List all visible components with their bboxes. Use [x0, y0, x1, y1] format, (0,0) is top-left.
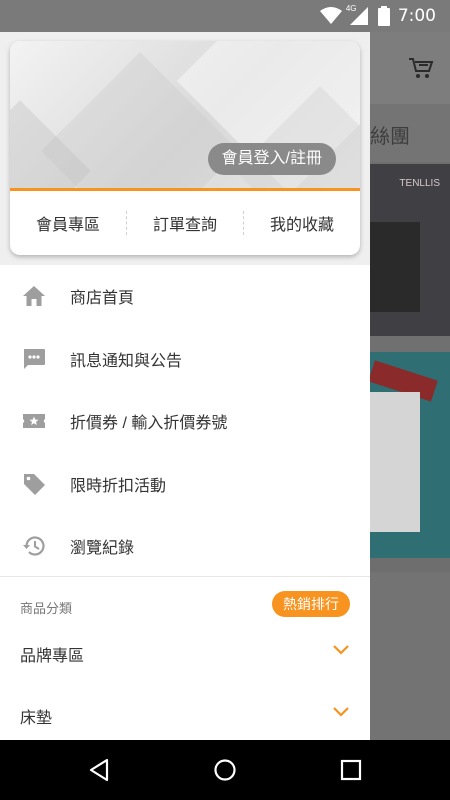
- menu-item-history[interactable]: 瀏覽紀錄: [0, 515, 370, 578]
- background-fan-strip: 絲團: [370, 104, 450, 162]
- tab-favorites[interactable]: 我的收藏: [244, 211, 360, 235]
- category-label: 品牌專區: [20, 648, 85, 665]
- category-item-brands[interactable]: 品牌專區: [0, 622, 370, 684]
- category-item-mattress[interactable]: 床墊: [0, 684, 370, 740]
- member-banner: 會員登入/註冊: [10, 41, 360, 188]
- section-divider: [0, 576, 370, 577]
- home-circle-icon[interactable]: [213, 758, 237, 782]
- coupon-icon: [20, 407, 48, 435]
- background-app[interactable]: 絲團 TENLLIS: [370, 32, 450, 740]
- background-strip-text: 絲團: [370, 126, 410, 148]
- category-title: 商品分類: [20, 601, 73, 616]
- message-icon: [20, 345, 48, 373]
- menu-item-label: 商店首頁: [70, 290, 135, 308]
- background-app-bar: [370, 32, 450, 104]
- system-nav-bar: [0, 740, 450, 800]
- background-gap: [370, 336, 450, 352]
- menu-item-label: 瀏覽紀錄: [70, 540, 135, 558]
- drawer-menu: 商店首頁 訊息通知與公告 折價券 / 輸入折價券號 限時折扣活動 瀏覽紀錄: [0, 265, 370, 578]
- background-banner-promo: [370, 352, 450, 558]
- menu-item-label: 訊息通知與公告: [70, 352, 183, 370]
- tab-member-area[interactable]: 會員專區: [10, 211, 126, 235]
- menu-item-coupons[interactable]: 折價券 / 輸入折價券號: [0, 390, 370, 453]
- chevron-down-icon[interactable]: [332, 644, 350, 656]
- menu-item-notifications[interactable]: 訊息通知與公告: [0, 328, 370, 391]
- background-bottom: [370, 572, 450, 740]
- navigation-drawer: 會員登入/註冊 會員專區 訂單查詢 我的收藏 商店首頁 訊息通知與公告 折價券 …: [0, 32, 370, 740]
- menu-item-label: 限時折扣活動: [70, 477, 167, 495]
- member-card: 會員登入/註冊 會員專區 訂單查詢 我的收藏: [10, 41, 360, 255]
- history-icon: [20, 532, 48, 560]
- tag-icon: [20, 470, 48, 498]
- member-login-button[interactable]: 會員登入/註冊: [207, 143, 336, 175]
- hot-ranking-button[interactable]: 熱銷排行: [272, 591, 350, 617]
- battery-icon: [377, 6, 390, 26]
- status-icons: 4G 7:00: [319, 0, 436, 32]
- background-bed-image: [370, 222, 420, 312]
- network-type-label: 4G: [345, 4, 357, 13]
- member-tabs: 會員專區 訂單查詢 我的收藏: [10, 191, 360, 255]
- menu-item-store-home[interactable]: 商店首頁: [0, 265, 370, 328]
- menu-item-flash-sale[interactable]: 限時折扣活動: [0, 453, 370, 516]
- back-icon[interactable]: [87, 758, 111, 782]
- drawer-header: 會員登入/註冊 會員專區 訂單查詢 我的收藏: [0, 32, 370, 265]
- background-banner-brand: TENLLIS: [399, 178, 440, 189]
- category-label: 床墊: [20, 710, 53, 727]
- cart-icon[interactable]: [408, 56, 434, 80]
- status-time: 7:00: [397, 6, 436, 26]
- background-banner-mattress: TENLLIS: [370, 164, 450, 336]
- recents-icon[interactable]: [339, 758, 363, 782]
- chevron-down-icon[interactable]: [332, 706, 350, 718]
- wifi-icon: [319, 7, 342, 24]
- category-header: 商品分類 熱銷排行: [0, 590, 370, 620]
- status-bar: 4G 7:00: [0, 0, 450, 32]
- home-icon: [20, 282, 48, 310]
- background-card: [370, 392, 420, 532]
- signal-icon: 4G: [346, 4, 370, 25]
- tab-order-lookup[interactable]: 訂單查詢: [127, 211, 243, 235]
- menu-item-label: 折價券 / 輸入折價券號: [70, 415, 228, 433]
